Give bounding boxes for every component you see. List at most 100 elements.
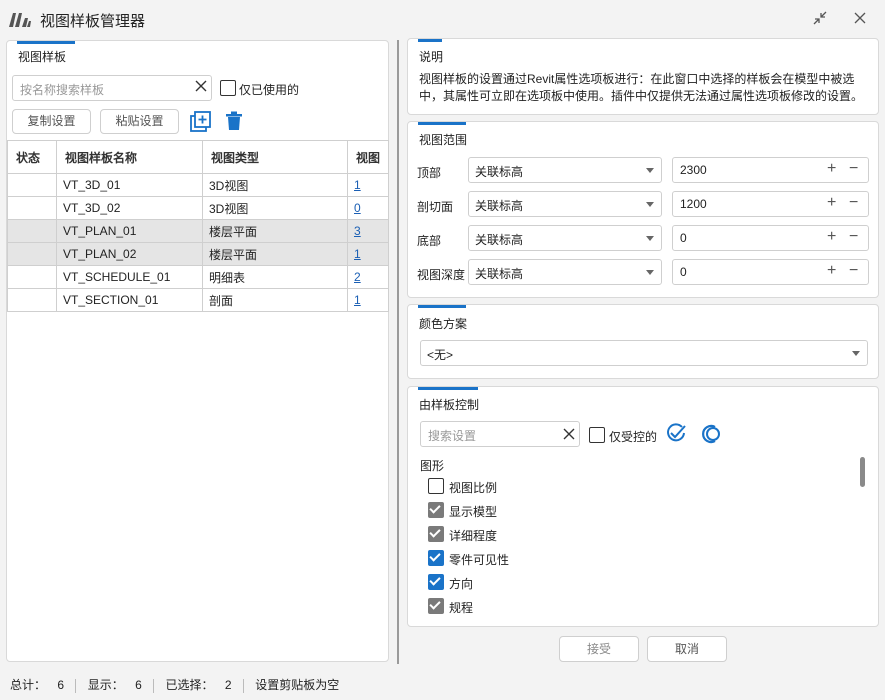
accept-button[interactable]: 接受 — [559, 636, 639, 662]
bottom-level-select[interactable]: 关联标高 — [468, 225, 662, 251]
chevron-down-icon — [646, 168, 654, 173]
color-scheme-title: 颜色方案 — [419, 317, 468, 331]
views-count-link[interactable]: 3 — [354, 224, 361, 238]
app-logo-icon — [9, 13, 31, 27]
template-search-input[interactable]: 按名称搜索样板 — [12, 75, 212, 101]
table-row-selected[interactable]: VT_PLAN_01 楼层平面 3 — [7, 219, 389, 243]
views-count-link[interactable]: 1 — [354, 293, 361, 307]
add-template-icon[interactable] — [190, 111, 212, 136]
table-row[interactable]: VT_3D_02 3D视图 0 — [7, 196, 389, 220]
cell-name: VT_3D_01 — [56, 173, 203, 197]
bottom-label: 底部 — [417, 234, 442, 248]
column-header-name[interactable]: 视图样板名称 — [56, 140, 203, 174]
cell-name: VT_PLAN_01 — [56, 219, 203, 243]
cell-status — [7, 288, 57, 312]
window-title: 视图样板管理器 — [40, 13, 146, 30]
table-row[interactable]: VT_SCHEDULE_01 明细表 2 — [7, 265, 389, 289]
table-row[interactable]: VT_3D_01 3D视图 1 — [7, 173, 389, 197]
cut-plane-level-select[interactable]: 关联标高 — [468, 191, 662, 217]
minus-icon[interactable]: − — [849, 262, 858, 280]
view-scale-checkbox[interactable] — [428, 478, 444, 494]
status-bar: 总计： 6 显示： 6 已选择： 2 设置剪贴板为空 — [0, 668, 885, 700]
paste-settings-button[interactable]: 粘贴设置 — [100, 109, 179, 134]
discipline-checkbox[interactable] — [428, 598, 444, 614]
title-bar: 视图样板管理器 — [0, 0, 885, 36]
settings-search-input[interactable]: 搜索设置 — [420, 421, 580, 447]
tab-accent — [418, 305, 466, 308]
check-all-icon[interactable] — [666, 423, 688, 446]
cell-status — [7, 196, 57, 220]
item-label: 规程 — [449, 601, 474, 615]
table-row[interactable]: VT_SECTION_01 剖面 1 — [7, 288, 389, 312]
chevron-down-icon — [646, 270, 654, 275]
cell-status — [7, 242, 57, 266]
views-count-link[interactable]: 0 — [354, 201, 361, 215]
cell-type: 3D视图 — [202, 196, 348, 220]
view-depth-level-select[interactable]: 关联标高 — [468, 259, 662, 285]
uncheck-all-icon[interactable] — [700, 424, 722, 447]
clear-search-icon[interactable] — [195, 80, 207, 95]
cell-name: VT_PLAN_02 — [56, 242, 203, 266]
total-count: 6 — [57, 678, 65, 692]
plus-icon[interactable]: + — [827, 228, 836, 246]
plus-icon[interactable]: + — [827, 262, 836, 280]
views-count-link[interactable]: 1 — [354, 247, 361, 261]
cancel-button[interactable]: 取消 — [647, 636, 727, 662]
plus-icon[interactable]: + — [827, 160, 836, 178]
chevron-down-icon — [646, 202, 654, 207]
group-label-graphics: 图形 — [420, 459, 445, 473]
plus-icon[interactable]: + — [827, 194, 836, 212]
cut-plane-offset-field[interactable]: 1200 + − — [672, 191, 869, 217]
clear-search-icon[interactable] — [563, 428, 575, 443]
cell-name: VT_SECTION_01 — [56, 288, 203, 312]
close-icon[interactable] — [846, 4, 874, 32]
tab-accent — [418, 122, 466, 125]
column-header-status[interactable]: 状态 — [7, 140, 57, 174]
cut-plane-label: 剖切面 — [417, 200, 454, 214]
scrollbar-thumb[interactable] — [860, 457, 865, 487]
column-header-views[interactable]: 视图 — [347, 140, 389, 174]
item-label: 零件可见性 — [449, 553, 510, 567]
delete-template-icon[interactable] — [225, 111, 243, 134]
tab-view-templates[interactable]: 视图样板 — [18, 48, 66, 65]
views-count-link[interactable]: 2 — [354, 270, 361, 284]
copy-settings-button[interactable]: 复制设置 — [12, 109, 91, 134]
column-header-type[interactable]: 视图类型 — [202, 140, 348, 174]
template-list-panel: 视图样板 按名称搜索样板 仅已使用的 复制设置 粘贴设置 状态 视图样板名称 视… — [6, 40, 389, 662]
template-control-title: 由样板控制 — [419, 398, 480, 412]
minus-icon[interactable]: − — [849, 194, 858, 212]
top-offset-field[interactable]: 2300 + − — [672, 157, 869, 183]
cell-type: 明细表 — [202, 265, 348, 289]
parts-visibility-checkbox[interactable] — [428, 550, 444, 566]
minus-icon[interactable]: − — [849, 228, 858, 246]
status-message: 设置剪贴板为空 — [255, 678, 340, 692]
description-title: 说明 — [419, 50, 444, 64]
only-used-checkbox[interactable] — [220, 80, 236, 96]
cell-name: VT_SCHEDULE_01 — [56, 265, 203, 289]
collapse-arrows-icon[interactable] — [806, 4, 834, 32]
cell-name: VT_3D_02 — [56, 196, 203, 220]
detail-level-checkbox[interactable] — [428, 526, 444, 542]
top-level-select[interactable]: 关联标高 — [468, 157, 662, 183]
cell-status — [7, 265, 57, 289]
panel-splitter[interactable] — [397, 40, 399, 664]
view-range-title: 视图范围 — [419, 133, 468, 147]
table-header-row: 状态 视图样板名称 视图类型 视图 — [7, 140, 389, 174]
tab-accent — [418, 387, 478, 390]
cell-status — [7, 219, 57, 243]
bottom-offset-field[interactable]: 0 + − — [672, 225, 869, 251]
shown-label: 显示： — [87, 678, 124, 692]
minus-icon[interactable]: − — [849, 160, 858, 178]
color-scheme-select[interactable]: <无> — [420, 340, 868, 366]
display-model-checkbox[interactable] — [428, 502, 444, 518]
tab-accent — [17, 41, 75, 44]
only-controlled-label: 仅受控的 — [609, 430, 658, 444]
view-depth-offset-field[interactable]: 0 + − — [672, 259, 869, 285]
orientation-checkbox[interactable] — [428, 574, 444, 590]
table-row-selected[interactable]: VT_PLAN_02 楼层平面 1 — [7, 242, 389, 266]
only-controlled-checkbox[interactable] — [589, 427, 605, 443]
views-count-link[interactable]: 1 — [354, 178, 361, 192]
item-label: 视图比例 — [449, 481, 498, 495]
selected-label: 已选择： — [165, 678, 214, 692]
template-table: 状态 视图样板名称 视图类型 视图 VT_3D_01 3D视图 1 VT_3D_… — [7, 140, 389, 312]
